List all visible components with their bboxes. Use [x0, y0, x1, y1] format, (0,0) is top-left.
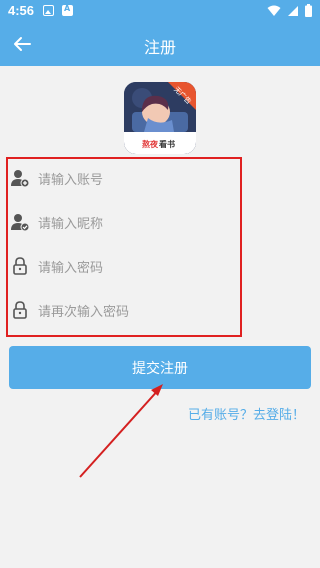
app-logo: 无广告 熬夜 看书 [124, 82, 196, 154]
battery-icon [305, 4, 312, 17]
page-title: 注册 [143, 38, 176, 57]
nickname-field[interactable]: 请输入昵称 [8, 200, 238, 244]
logo-text-red: 熬夜 [142, 139, 159, 149]
account-placeholder: 请输入账号 [38, 172, 104, 188]
signal-icon [288, 5, 298, 16]
account-field[interactable]: 请输入账号 [8, 156, 238, 200]
nickname-placeholder: 请输入昵称 [38, 216, 104, 232]
wifi-icon [267, 5, 281, 16]
user-add-icon [11, 170, 29, 187]
user-check-icon [11, 214, 29, 231]
confirm-password-field[interactable]: 请再次输入密码 [8, 288, 238, 332]
app-notification-icon [62, 4, 73, 16]
password-field[interactable]: 请输入密码 [8, 244, 238, 288]
app-bar: 注册 [0, 22, 320, 66]
logo-text-dark: 看书 [158, 139, 175, 149]
submit-register-button[interactable]: 提交注册 [9, 346, 311, 389]
confirm-password-placeholder: 请再次输入密码 [38, 304, 130, 320]
login-link[interactable]: 已有账号？去登陆！ [188, 404, 305, 423]
status-time: 4:56 [8, 3, 35, 18]
lock-icon [13, 301, 27, 319]
lock-icon [13, 257, 27, 275]
image-notification-icon [43, 5, 54, 16]
password-placeholder: 请输入密码 [38, 260, 104, 276]
status-bar: 4:56 [0, 0, 320, 22]
